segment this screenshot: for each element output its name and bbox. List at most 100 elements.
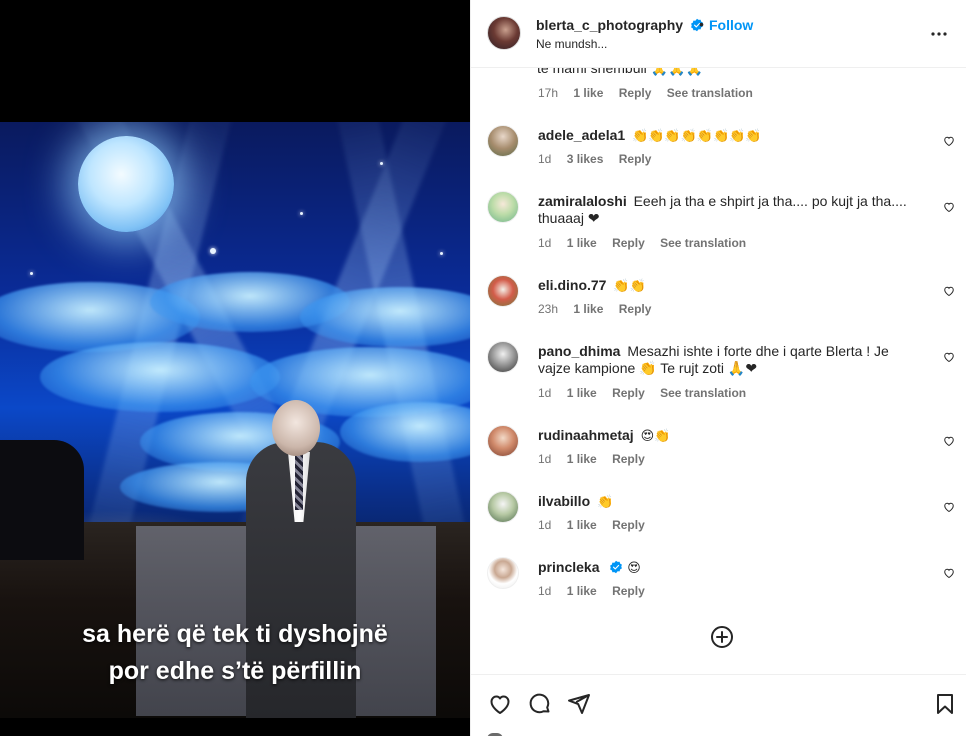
comment-time: 17h	[538, 86, 559, 100]
commenter-avatar[interactable]	[487, 275, 519, 307]
comment-text: adele_adela1 👏👏👏👏👏👏👏👏	[538, 127, 918, 145]
comment-likes[interactable]: 1 like	[567, 518, 597, 532]
reply-button[interactable]: Reply	[612, 452, 645, 466]
reply-button[interactable]: Reply	[612, 584, 645, 598]
heart-icon[interactable]	[943, 201, 955, 213]
comment-text: ilvabillo 👏	[538, 493, 918, 511]
star	[380, 162, 383, 165]
speaker-tie	[295, 454, 303, 510]
commenter-avatar[interactable]	[487, 425, 519, 457]
comments-list[interactable]: te mami shembull 🙏🙏🙏 17h 1 like Reply Se…	[471, 68, 966, 674]
comment-likes[interactable]: 3 likes	[567, 152, 604, 166]
comment-meta: 1d 1 like Reply	[538, 518, 657, 532]
plus-circle-icon[interactable]	[710, 625, 734, 649]
partial-comment-meta: 17h 1 like Reply See translation	[538, 86, 765, 100]
heart-icon[interactable]	[943, 135, 955, 147]
commenter-avatar[interactable]	[487, 341, 519, 373]
post-media[interactable]: sa herë që tek ti dyshojnë por edhe s’të…	[0, 0, 470, 736]
commenter-username[interactable]: rudinaahmetaj	[538, 427, 634, 443]
comment-time: 1d	[538, 152, 552, 166]
piano-silhouette	[0, 440, 84, 560]
comment-time: 1d	[538, 236, 552, 250]
more-horizontal-icon[interactable]	[927, 22, 951, 46]
comment-likes[interactable]: 1 like	[567, 386, 597, 400]
commenter-username[interactable]: eli.dino.77	[538, 277, 606, 293]
heart-icon[interactable]	[943, 285, 955, 297]
partial-comment-text: te mami shembull 🙏🙏🙏	[537, 68, 703, 76]
cloud	[340, 402, 470, 462]
reply-button[interactable]: Reply	[612, 236, 645, 250]
comment-likes[interactable]: 1 like	[573, 302, 603, 316]
post-actions-bar	[471, 674, 966, 736]
commenter-avatar[interactable]	[487, 191, 519, 223]
comment-meta: 1d 1 like Reply See translation	[538, 386, 758, 400]
comment-icon[interactable]	[528, 692, 552, 716]
reply-button[interactable]: Reply	[612, 518, 645, 532]
comment-text: eli.dino.77 👏👏	[538, 277, 918, 295]
separator-dot: •	[699, 16, 704, 32]
comment-likes[interactable]: 1 like	[567, 584, 597, 598]
author-username[interactable]: blerta_c_photography	[536, 17, 683, 33]
commenter-username[interactable]: adele_adela1	[538, 127, 625, 143]
commenter-avatar[interactable]	[487, 125, 519, 157]
speaker-head	[272, 400, 320, 456]
post-sidebar: blerta_c_photography • Follow Ne mundsh.…	[470, 0, 966, 736]
heart-icon[interactable]	[488, 692, 512, 716]
star	[440, 252, 443, 255]
commenter-username[interactable]: princleka	[538, 559, 599, 575]
author-avatar[interactable]	[487, 16, 521, 50]
commenter-avatar[interactable]	[487, 557, 519, 589]
commenter-username[interactable]: pano_dhima	[538, 343, 620, 359]
see-translation-button[interactable]: See translation	[660, 236, 746, 250]
verified-badge-icon	[610, 560, 623, 574]
heart-icon[interactable]	[943, 351, 955, 363]
comment-likes[interactable]: 1 like	[567, 236, 597, 250]
comment-body: 👏	[597, 495, 614, 510]
author-username-row: blerta_c_photography	[536, 17, 704, 35]
comment-time: 1d	[538, 452, 552, 466]
post-subtitle[interactable]: Ne mundsh...	[536, 37, 607, 51]
comment-time: 1d	[538, 584, 552, 598]
comment-body: 👏👏👏👏👏👏👏👏	[632, 129, 762, 144]
heart-icon[interactable]	[943, 567, 955, 579]
moon-graphic	[78, 136, 174, 232]
reply-button[interactable]: Reply	[619, 86, 652, 100]
video-subtitle-line-1: sa herë që tek ti dyshojnë	[82, 620, 388, 648]
commenter-username[interactable]: ilvabillo	[538, 493, 590, 509]
commenter-avatar[interactable]	[487, 491, 519, 523]
comment-meta: 23h 1 like Reply	[538, 302, 663, 316]
share-icon[interactable]	[567, 692, 591, 716]
comment-text: zamiralaloshi Eeeh ja tha e shpirt ja th…	[538, 193, 918, 227]
comment-time: 23h	[538, 302, 559, 316]
heart-icon[interactable]	[943, 435, 955, 447]
star	[300, 212, 303, 215]
comment-meta: 1d 1 like Reply	[538, 452, 657, 466]
commenter-username[interactable]: zamiralaloshi	[538, 193, 627, 209]
comment-likes[interactable]: 1 like	[573, 86, 603, 100]
comment-time: 1d	[538, 518, 552, 532]
video-subtitle-line-2: por edhe s’të përfillin	[108, 657, 362, 685]
comment-body: 😍👏	[640, 429, 671, 444]
cloud	[40, 342, 280, 412]
see-translation-button[interactable]: See translation	[667, 86, 753, 100]
comment-likes[interactable]: 1 like	[567, 452, 597, 466]
reply-button[interactable]: Reply	[619, 152, 652, 166]
post-header: blerta_c_photography • Follow Ne mundsh.…	[471, 0, 966, 68]
comment-text: princleka 😍	[538, 559, 918, 577]
comment-text: rudinaahmetaj 😍👏	[538, 427, 918, 445]
comment-meta: 1d 1 like Reply	[538, 584, 657, 598]
comment-meta: 1d 1 like Reply See translation	[538, 236, 758, 250]
comment-body: 😍	[627, 561, 641, 576]
star	[210, 248, 216, 254]
reply-button[interactable]: Reply	[612, 386, 645, 400]
reply-button[interactable]: Reply	[619, 302, 652, 316]
comment-meta: 1d 3 likes Reply	[538, 152, 663, 166]
bookmark-icon[interactable]	[933, 692, 957, 716]
heart-icon[interactable]	[943, 501, 955, 513]
comment-time: 1d	[538, 386, 552, 400]
star	[30, 272, 33, 275]
follow-button[interactable]: Follow	[709, 17, 753, 33]
comment-body: 👏👏	[613, 279, 646, 294]
comment-text: pano_dhima Mesazhi ishte i forte dhe i q…	[538, 343, 918, 377]
see-translation-button[interactable]: See translation	[660, 386, 746, 400]
